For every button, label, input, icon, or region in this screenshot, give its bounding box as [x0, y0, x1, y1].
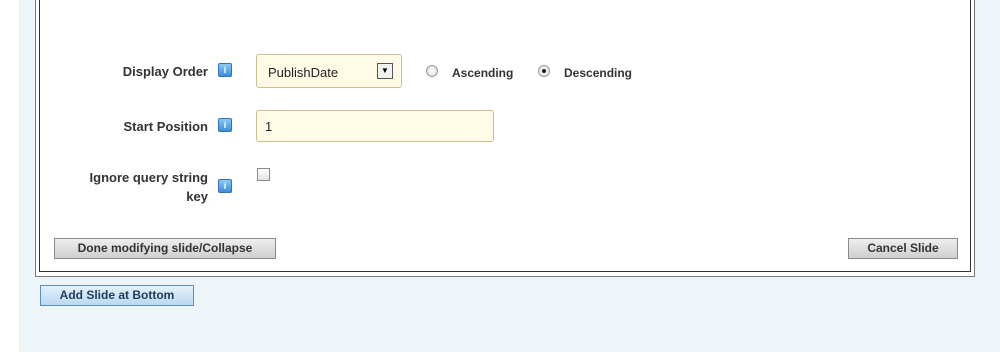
cancel-slide-button[interactable]: Cancel Slide [848, 238, 958, 259]
help-icon[interactable]: i [218, 118, 232, 132]
slide-editor-panel [39, 0, 971, 272]
chevron-down-icon[interactable]: ▼ [377, 63, 393, 79]
ascending-radio-label[interactable]: Ascending [452, 66, 513, 80]
help-icon[interactable]: i [218, 63, 232, 77]
add-slide-button[interactable]: Add Slide at Bottom [40, 285, 194, 306]
ignore-query-checkbox[interactable] [257, 168, 270, 181]
ascending-radio[interactable] [426, 65, 438, 77]
display-order-select[interactable]: PublishDate ▼ [256, 54, 402, 88]
ignore-query-label-line1: Ignore query string [89, 170, 208, 185]
descending-radio[interactable] [538, 65, 550, 77]
descending-radio-label[interactable]: Descending [564, 66, 632, 80]
help-icon[interactable]: i [218, 179, 232, 193]
panel-bottom-strip [19, 352, 1000, 360]
display-order-selected-value: PublishDate [268, 65, 339, 80]
done-modifying-button[interactable]: Done modifying slide/Collapse [54, 238, 276, 259]
start-position-input[interactable] [256, 110, 494, 142]
start-position-label: Start Position [123, 119, 208, 134]
display-order-label: Display Order [122, 64, 208, 79]
ignore-query-label-line2: key [186, 189, 208, 204]
